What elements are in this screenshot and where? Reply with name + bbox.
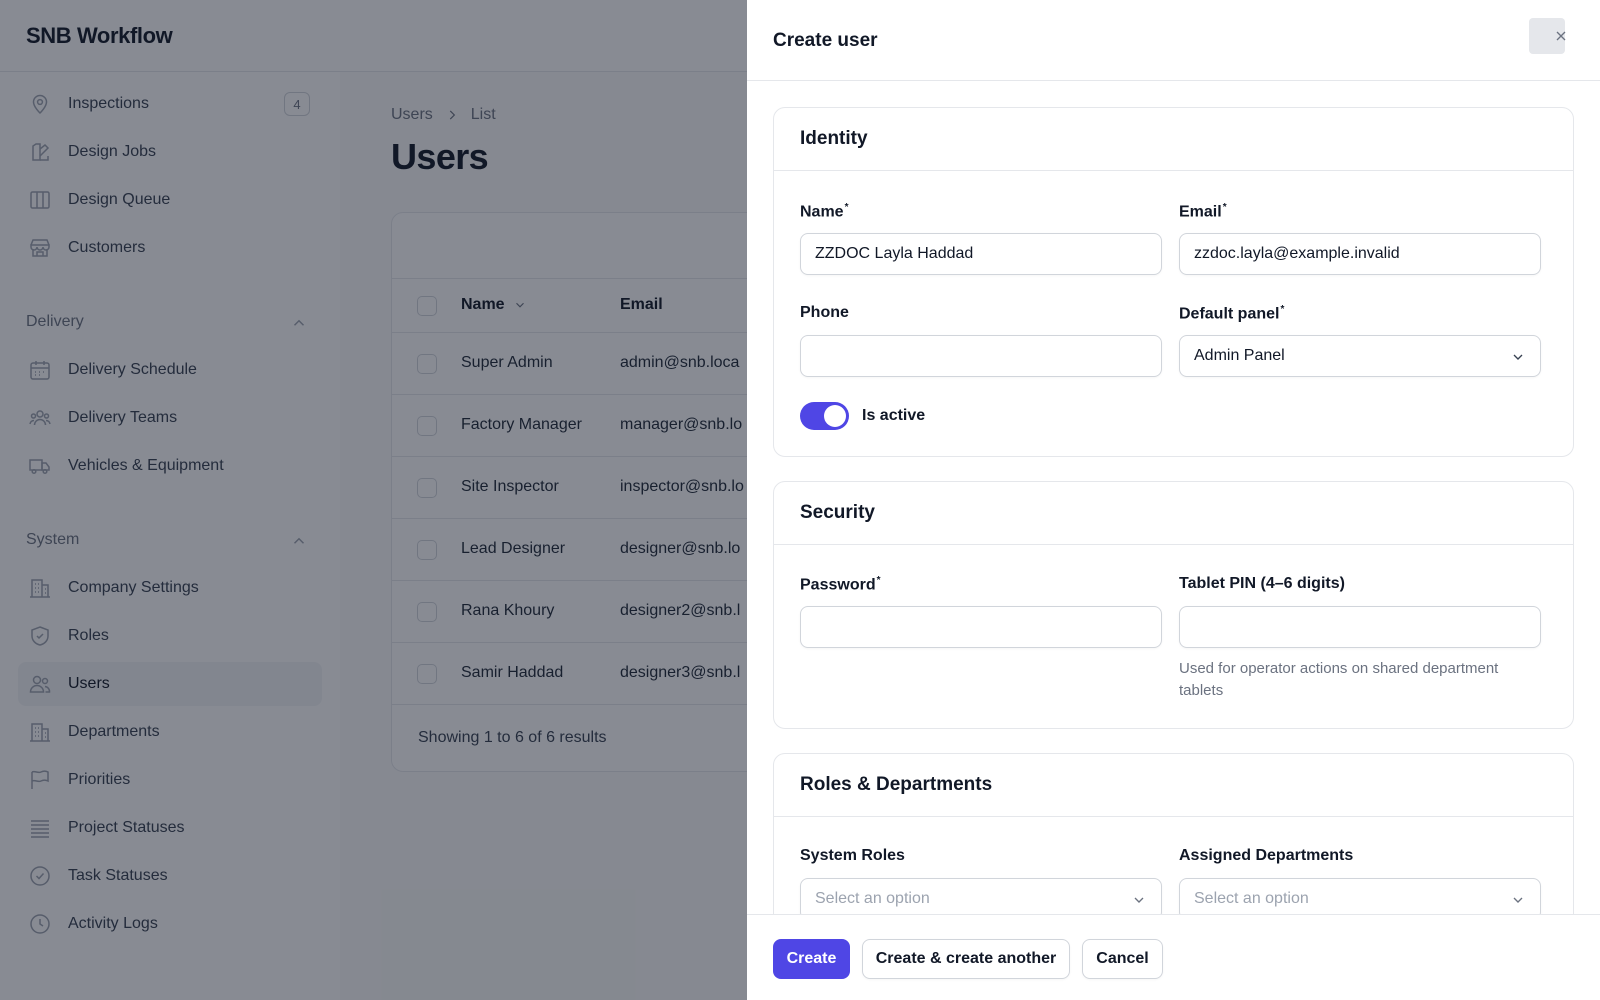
required-asterisk: *: [1222, 202, 1227, 213]
system-roles-placeholder: Select an option: [815, 890, 930, 907]
section-heading: Identity: [774, 108, 1573, 171]
phone-label: Phone: [800, 304, 849, 321]
email-label: Email*: [1179, 202, 1227, 221]
system-roles-label: System Roles: [800, 847, 905, 864]
is-active-toggle[interactable]: [800, 402, 849, 430]
password-label: Password*: [800, 575, 881, 594]
panel-footer: Create Create & create another Cancel: [747, 914, 1600, 1000]
panel-header: Create user: [747, 0, 1600, 81]
password-label-text: Password: [800, 576, 876, 594]
default-panel-value: Admin Panel: [1194, 347, 1285, 364]
assigned-departments-placeholder: Select an option: [1194, 890, 1309, 907]
section-heading: Security: [774, 482, 1573, 545]
name-input[interactable]: ZZDOC Layla Haddad: [800, 233, 1162, 275]
assigned-departments-label: Assigned Departments: [1179, 847, 1354, 864]
name-label: Name*: [800, 202, 848, 221]
required-asterisk: *: [844, 202, 849, 213]
security-section: Security Password* Tablet PIN (4–6 digit…: [773, 481, 1574, 729]
close-button[interactable]: [1529, 18, 1566, 54]
chevron-down-icon: [1513, 354, 1523, 360]
tablet-pin-label: Tablet PIN (4–6 digits): [1179, 575, 1345, 592]
default-panel-label: Default panel*: [1179, 304, 1284, 323]
create-button[interactable]: Create: [773, 939, 850, 979]
required-asterisk: *: [876, 575, 881, 586]
tablet-pin-input[interactable]: [1179, 606, 1541, 648]
is-active-label: Is active: [862, 407, 926, 424]
email-label-text: Email: [1179, 203, 1222, 221]
required-asterisk: *: [1280, 304, 1285, 315]
default-panel-label-text: Default panel: [1179, 305, 1280, 323]
email-input[interactable]: zzdoc.layla@example.invalid: [1179, 233, 1541, 275]
panel-title: Create user: [773, 30, 878, 51]
identity-section: Identity Name* ZZDOC Layla Haddad Email*…: [773, 107, 1574, 457]
chevron-down-icon: [1513, 897, 1523, 903]
chevron-down-icon: [1134, 897, 1144, 903]
create-user-panel: Create user Identity Name* ZZDOC Layla H…: [747, 0, 1600, 1000]
password-input[interactable]: [800, 606, 1162, 648]
phone-input[interactable]: [800, 335, 1162, 377]
create-another-button[interactable]: Create & create another: [862, 939, 1070, 979]
default-panel-select[interactable]: Admin Panel: [1179, 335, 1541, 377]
tablet-pin-hint: Used for operator actions on shared depa…: [1179, 660, 1499, 699]
cancel-button[interactable]: Cancel: [1082, 939, 1163, 979]
section-heading: Roles & Departments: [774, 754, 1573, 817]
close-icon: [1556, 31, 1566, 41]
name-label-text: Name: [800, 203, 844, 221]
